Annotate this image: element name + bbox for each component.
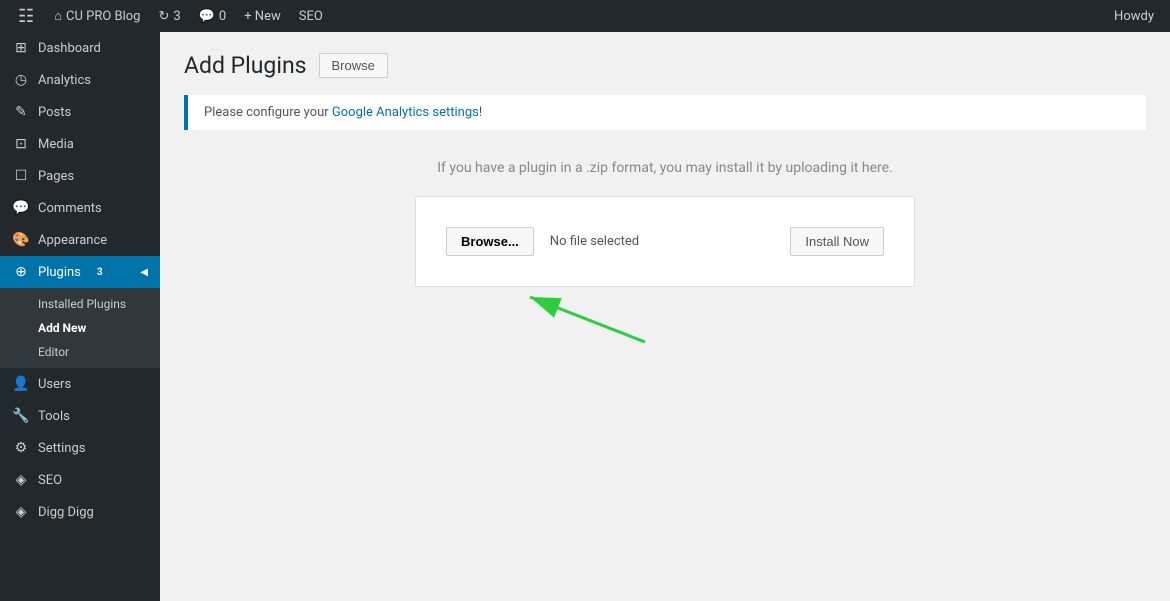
sidebar-item-label: Comments: [38, 201, 102, 216]
submenu-add-new[interactable]: Add New: [0, 316, 160, 340]
sidebar-item-label: Dashboard: [38, 41, 101, 56]
analytics-notice: Please configure your Google Analytics s…: [184, 95, 1146, 130]
comments-icon: 💬: [199, 9, 215, 24]
notice-text: Please configure your: [204, 105, 332, 120]
sidebar-item-dashboard[interactable]: ⊞ Dashboard: [0, 32, 160, 64]
sidebar-item-tools[interactable]: 🔧 Tools: [0, 400, 160, 432]
home-icon: ⌂: [54, 8, 62, 24]
submenu-editor[interactable]: Editor: [0, 340, 160, 364]
sidebar-item-seo[interactable]: ◈ SEO: [0, 464, 160, 496]
browse-button[interactable]: Browse...: [446, 227, 534, 256]
tools-icon: 🔧: [12, 408, 30, 424]
sidebar-item-settings[interactable]: ⚙ Settings: [0, 432, 160, 464]
submenu-installed-plugins[interactable]: Installed Plugins: [0, 292, 160, 316]
sidebar-item-label: Analytics: [38, 73, 91, 88]
sidebar-item-label: Media: [38, 137, 74, 152]
posts-icon: ✎: [12, 104, 30, 120]
sidebar-item-label: Digg Digg: [38, 505, 94, 520]
sidebar-item-users[interactable]: 👤 Users: [0, 368, 160, 400]
plugins-badge: 3: [91, 266, 109, 279]
sidebar-item-diggdigg[interactable]: ◈ Digg Digg: [0, 496, 160, 528]
updates-icon: ↻: [158, 9, 169, 24]
upload-description: If you have a plugin in a .zip format, y…: [184, 160, 1146, 176]
updates-count: 3: [173, 9, 180, 24]
settings-icon: ⚙: [12, 440, 30, 456]
install-now-button[interactable]: Install Now: [790, 227, 884, 256]
plugins-submenu: Installed Plugins Add New Editor: [0, 288, 160, 368]
pages-icon: ☐: [12, 168, 30, 184]
page-header: Add Plugins Browse: [184, 52, 1146, 79]
sidebar: ⊞ Dashboard ◷ Analytics ✎ Posts ⊡ Media …: [0, 32, 160, 601]
updates-link[interactable]: ↻ 3: [150, 0, 188, 32]
browse-tab-button[interactable]: Browse: [319, 53, 388, 78]
new-label: + New: [244, 9, 281, 24]
sidebar-item-appearance[interactable]: 🎨 Appearance: [0, 224, 160, 256]
new-content-link[interactable]: + New: [236, 0, 289, 32]
wp-logo[interactable]: ☷: [8, 0, 44, 32]
sidebar-item-label: Pages: [38, 169, 74, 184]
howdy-link[interactable]: Howdy: [1106, 0, 1162, 32]
sidebar-item-posts[interactable]: ✎ Posts: [0, 96, 160, 128]
sidebar-item-analytics[interactable]: ◷ Analytics: [0, 64, 160, 96]
sidebar-item-label: Settings: [38, 441, 85, 456]
sidebar-item-plugins[interactable]: ⊕ Plugins 3 ◀: [0, 256, 160, 288]
site-name: CU PRO Blog: [66, 9, 140, 24]
analytics-icon: ◷: [12, 72, 30, 88]
comments-count: 0: [219, 9, 226, 24]
analytics-settings-link[interactable]: Google Analytics settings: [332, 105, 479, 120]
sidebar-item-pages[interactable]: ☐ Pages: [0, 160, 160, 192]
diggdigg-icon: ◈: [12, 504, 30, 520]
seo-icon: ◈: [12, 472, 30, 488]
main-content: Add Plugins Browse Please configure your…: [160, 32, 1170, 601]
dashboard-icon: ⊞: [12, 40, 30, 56]
sidebar-item-media[interactable]: ⊡ Media: [0, 128, 160, 160]
sidebar-item-label: SEO: [38, 473, 62, 488]
sidebar-item-label: Posts: [38, 105, 71, 120]
sidebar-item-label: Users: [38, 377, 71, 392]
howdy-text: Howdy: [1114, 9, 1154, 24]
sidebar-item-label: Tools: [38, 409, 70, 424]
comments-icon: 💬: [12, 200, 30, 216]
users-icon: 👤: [12, 376, 30, 392]
green-arrow-icon: [475, 257, 655, 347]
page-title: Add Plugins: [184, 52, 307, 79]
seo-link[interactable]: SEO: [291, 0, 331, 32]
sidebar-item-comments[interactable]: 💬 Comments: [0, 192, 160, 224]
media-icon: ⊡: [12, 136, 30, 152]
sidebar-item-label: Plugins: [38, 265, 81, 280]
admin-bar: ☷ ⌂ CU PRO Blog ↻ 3 💬 0 + New SEO Howdy: [0, 0, 1170, 32]
arrow-annotation: [415, 287, 915, 367]
chevron-right-icon: ◀: [140, 267, 148, 278]
no-file-label: No file selected: [550, 234, 775, 249]
site-link[interactable]: ⌂ CU PRO Blog: [46, 0, 148, 32]
sidebar-item-label: Appearance: [38, 233, 107, 248]
notice-suffix: !: [479, 105, 482, 120]
appearance-icon: 🎨: [12, 232, 30, 248]
plugins-icon: ⊕: [12, 264, 30, 280]
comments-link[interactable]: 💬 0: [191, 0, 235, 32]
seo-label: SEO: [299, 9, 323, 24]
